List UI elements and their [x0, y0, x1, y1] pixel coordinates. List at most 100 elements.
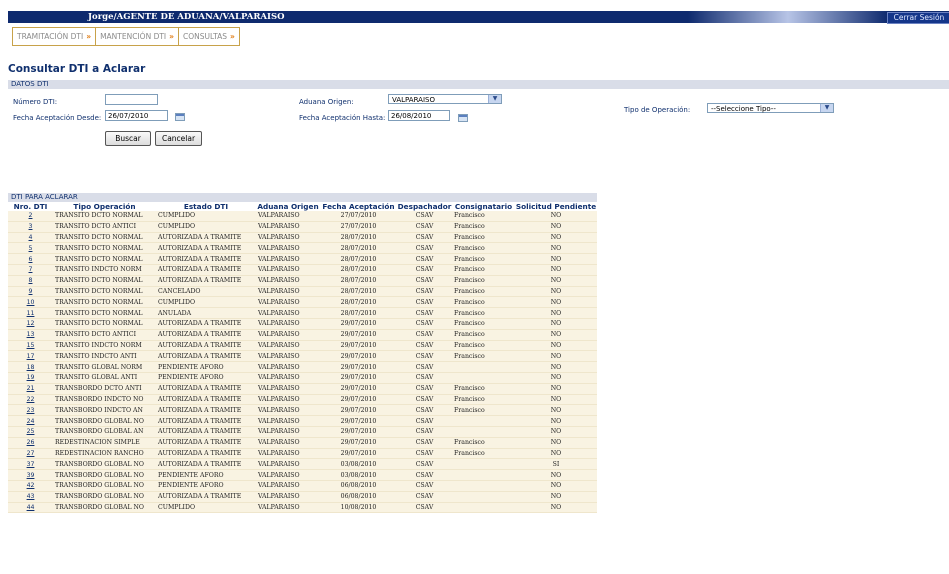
- buscar-button[interactable]: Buscar: [105, 131, 151, 146]
- table-cell: TRANSBORDO DCTO ANTI: [53, 383, 156, 395]
- table-cell: CSAV: [397, 307, 452, 319]
- dti-number-link[interactable]: 12: [27, 320, 35, 327]
- table-cell: CSAV: [397, 340, 452, 352]
- table-cell: VALPARAISO: [256, 502, 320, 514]
- table-cell: CSAV: [397, 458, 452, 471]
- aduana-origen-select[interactable]: VALPARAISO ▼: [388, 94, 502, 104]
- dti-number-cell: 11: [8, 307, 53, 319]
- dti-number-link[interactable]: 4: [29, 234, 33, 241]
- table-cell: NO: [515, 211, 597, 222]
- dti-number-link[interactable]: 25: [27, 428, 35, 435]
- dti-number-link[interactable]: 43: [27, 493, 35, 500]
- table-cell: TRANSITO DCTO NORMAL: [53, 242, 156, 255]
- fecha-hasta-label: Fecha Aceptación Hasta:: [299, 114, 386, 122]
- menu-tramitacion[interactable]: TRAMITACIÓN DTI»: [13, 28, 97, 45]
- table-cell: ANULADA: [156, 307, 256, 319]
- table-cell: CSAV: [397, 437, 452, 449]
- dti-number-link[interactable]: 13: [27, 331, 35, 338]
- table-cell: NO: [515, 383, 597, 395]
- table-cell: TRANSITO DCTO ANTICI: [53, 221, 156, 233]
- table-cell: VALPARAISO: [256, 448, 320, 460]
- table-cell: 27/07/2010: [320, 211, 397, 222]
- dti-number-link[interactable]: 21: [27, 385, 35, 392]
- table-header-row: Nro. DTI Tipo Operación Estado DTI Aduana O…: [8, 202, 597, 211]
- table-cell: 06/08/2010: [320, 480, 397, 492]
- table-cell: TRANSITO DCTO NORMAL: [53, 286, 156, 298]
- dti-number-link[interactable]: 26: [27, 439, 35, 446]
- table-cell: 10/08/2010: [320, 502, 397, 514]
- table-cell: NO: [515, 469, 597, 481]
- dti-number-link[interactable]: 23: [27, 407, 35, 414]
- table-cell: CSAV: [397, 480, 452, 492]
- dti-number-link[interactable]: 39: [27, 472, 35, 479]
- double-chevron-down-icon: »: [86, 32, 92, 41]
- dti-number-link[interactable]: 9: [29, 288, 33, 295]
- table-cell: 28/07/2010: [320, 264, 397, 276]
- table-row: 13 TRANSITO DCTO ANTICI AUTORIZADA A TRAMI…: [8, 329, 597, 341]
- calendar-icon[interactable]: [458, 114, 468, 122]
- table-cell: [452, 502, 515, 514]
- dti-number-link[interactable]: 3: [29, 223, 33, 230]
- dti-number-link[interactable]: 42: [27, 482, 35, 489]
- dti-number-link[interactable]: 15: [27, 342, 35, 349]
- dti-number-cell: 44: [8, 502, 53, 514]
- table-cell: AUTORIZADA A TRAMITE: [156, 242, 256, 255]
- table-cell: CSAV: [397, 502, 452, 514]
- table-cell: AUTORIZADA A TRAMITE: [156, 340, 256, 352]
- dti-number-link[interactable]: 7: [29, 266, 33, 273]
- table-cell: NO: [515, 448, 597, 460]
- table-cell: 03/08/2010: [320, 458, 397, 471]
- dti-number-link[interactable]: 19: [27, 374, 35, 381]
- table-cell: CUMPLIDO: [156, 296, 256, 309]
- calendar-icon[interactable]: [175, 113, 185, 121]
- table-cell: Francisco: [452, 242, 515, 255]
- table-cell: PENDIENTE AFORO: [156, 469, 256, 481]
- table-cell: 29/07/2010: [320, 372, 397, 384]
- fecha-desde-input[interactable]: 26/07/2010: [105, 110, 168, 121]
- table-cell: TRANSITO DCTO NORMAL: [53, 307, 156, 319]
- dti-number-link[interactable]: 6: [29, 256, 33, 263]
- dti-number-link[interactable]: 24: [27, 418, 35, 425]
- dti-number-link[interactable]: 17: [27, 353, 35, 360]
- table-cell: Francisco: [452, 253, 515, 265]
- dti-number-link[interactable]: 18: [27, 364, 35, 371]
- dti-number-link[interactable]: 37: [27, 461, 35, 468]
- dti-number-link[interactable]: 27: [27, 450, 35, 457]
- table-cell: Francisco: [452, 264, 515, 276]
- table-row: 39 TRANSBORDO GLOBAL NO PENDIENTE AFORO VAL…: [8, 469, 597, 481]
- cancelar-button[interactable]: Cancelar: [155, 131, 202, 146]
- dti-number-cell: 18: [8, 361, 53, 373]
- dti-number-link[interactable]: 5: [29, 245, 33, 252]
- table-cell: VALPARAISO: [256, 318, 320, 330]
- dti-number-link[interactable]: 8: [29, 277, 33, 284]
- dti-number-cell: 17: [8, 350, 53, 363]
- table-cell: PENDIENTE AFORO: [156, 372, 256, 384]
- dti-number-link[interactable]: 11: [27, 310, 35, 317]
- column-header: Fecha Aceptación: [322, 202, 395, 211]
- dti-number-link[interactable]: 44: [27, 504, 35, 511]
- logout-button[interactable]: Cerrar Sesión: [887, 12, 949, 24]
- table-cell: AUTORIZADA A TRAMITE: [156, 232, 256, 244]
- table-cell: CSAV: [397, 329, 452, 341]
- numero-dti-input[interactable]: [105, 94, 158, 105]
- table-row: 21 TRANSBORDO DCTO ANTI AUTORIZADA A TRAMI…: [8, 383, 597, 395]
- table-cell: CUMPLIDO: [156, 221, 256, 233]
- dti-number-link[interactable]: 2: [29, 212, 33, 219]
- table-cell: CSAV: [397, 415, 452, 427]
- table-row: 22 TRANSBORDO INDCTO NO AUTORIZADA A TRAMI…: [8, 394, 597, 406]
- table-cell: NO: [515, 318, 597, 330]
- table-cell: TRANSITO DCTO NORMAL: [53, 232, 156, 244]
- tipo-operacion-select[interactable]: --Seleccione Tipo-- ▼: [707, 103, 834, 113]
- menu-consultas[interactable]: CONSULTAS»: [179, 28, 239, 45]
- menu-mantencion[interactable]: MANTENCIÓN DTI»: [96, 28, 179, 45]
- dti-table: Nro. DTI Tipo Operación Estado DTI Aduana O…: [8, 202, 597, 514]
- dti-number-link[interactable]: 22: [27, 396, 35, 403]
- table-row: 6 TRANSITO DCTO NORMAL AUTORIZADA A TRAMIT…: [8, 253, 597, 265]
- table-cell: VALPARAISO: [256, 372, 320, 384]
- table-cell: AUTORIZADA A TRAMITE: [156, 394, 256, 406]
- fecha-hasta-input[interactable]: 26/08/2010: [388, 110, 450, 121]
- table-cell: NO: [515, 253, 597, 265]
- table-cell: VALPARAISO: [256, 350, 320, 363]
- dti-number-link[interactable]: 10: [27, 299, 35, 306]
- table-cell: AUTORIZADA A TRAMITE: [156, 264, 256, 276]
